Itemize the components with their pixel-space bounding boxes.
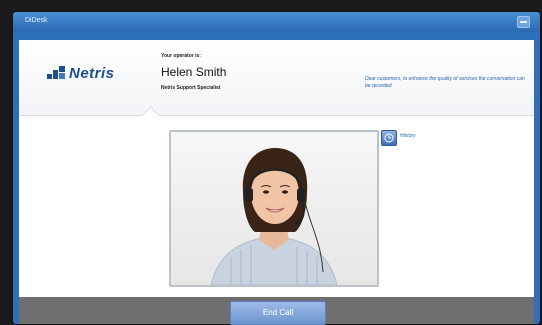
logo-mark-icon	[47, 66, 65, 79]
app-window: DiDesk Netris Your operator is: Helen Sm…	[13, 12, 540, 325]
history-button[interactable]	[381, 130, 397, 146]
clock-icon	[384, 133, 394, 143]
recording-notice: Dear customers, to enhance the quality o…	[365, 76, 525, 89]
history-link[interactable]: History	[400, 133, 416, 139]
operator-role: Netris Support Specialist	[161, 85, 221, 91]
operator-header: Netris Your operator is: Helen Smith Net…	[19, 40, 534, 116]
end-call-button[interactable]: End Call	[230, 301, 326, 325]
title-bar: DiDesk	[13, 12, 540, 32]
call-footer: End Call	[19, 297, 534, 325]
minimize-button[interactable]	[517, 16, 530, 28]
operator-video-image	[171, 132, 377, 285]
window-title: DiDesk	[25, 17, 48, 24]
operator-name: Helen Smith	[161, 65, 227, 79]
operator-video	[169, 130, 379, 287]
minimize-icon	[520, 21, 527, 23]
operator-caption: Your operator is:	[161, 53, 201, 59]
logo-text: Netris	[69, 65, 115, 82]
main-panel: Netris Your operator is: Helen Smith Net…	[19, 40, 534, 325]
